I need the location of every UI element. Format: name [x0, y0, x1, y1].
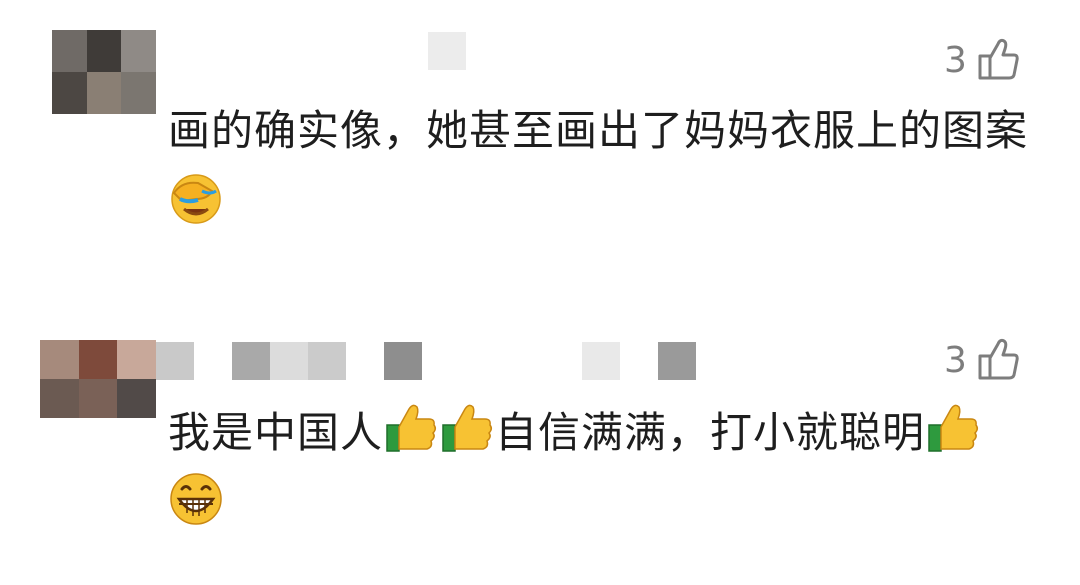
avatar[interactable]: [40, 340, 156, 418]
facepalm-emoji-icon: [168, 169, 224, 225]
grinning-face-icon: [168, 471, 224, 527]
comment-item: 3 我是中国人 自信满满，打小就聪明: [0, 290, 1080, 585]
like-button[interactable]: 3: [944, 336, 1021, 386]
comment-text-segment: 自信满满，打小就聪明: [495, 408, 926, 457]
thumbs-up-icon: [925, 401, 981, 457]
like-count: 3: [944, 340, 967, 381]
comment-item: 3 画的确实像，她甚至画出了妈妈衣服上的图案: [0, 0, 1080, 290]
comment-text: 我是中国人 自信满满，打小就聪明: [168, 398, 1048, 538]
like-count: 3: [944, 40, 967, 81]
comment-text-segment: 我是中国人: [168, 408, 384, 457]
comment-text: 画的确实像，她甚至画出了妈妈衣服上的图案: [168, 96, 1048, 236]
thumbs-up-icon: [439, 401, 495, 457]
thumbs-up-outline-icon: [977, 36, 1021, 86]
like-button[interactable]: 3: [944, 36, 1021, 86]
username-redacted[interactable]: [156, 342, 422, 380]
username-redacted[interactable]: [428, 32, 466, 70]
username-redacted-2: [582, 342, 696, 380]
thumbs-up-icon: [383, 401, 439, 457]
comment-text-content: 画的确实像，她甚至画出了妈妈衣服上的图案: [168, 106, 1029, 155]
thumbs-up-outline-icon: [977, 336, 1021, 386]
avatar[interactable]: [52, 30, 156, 114]
